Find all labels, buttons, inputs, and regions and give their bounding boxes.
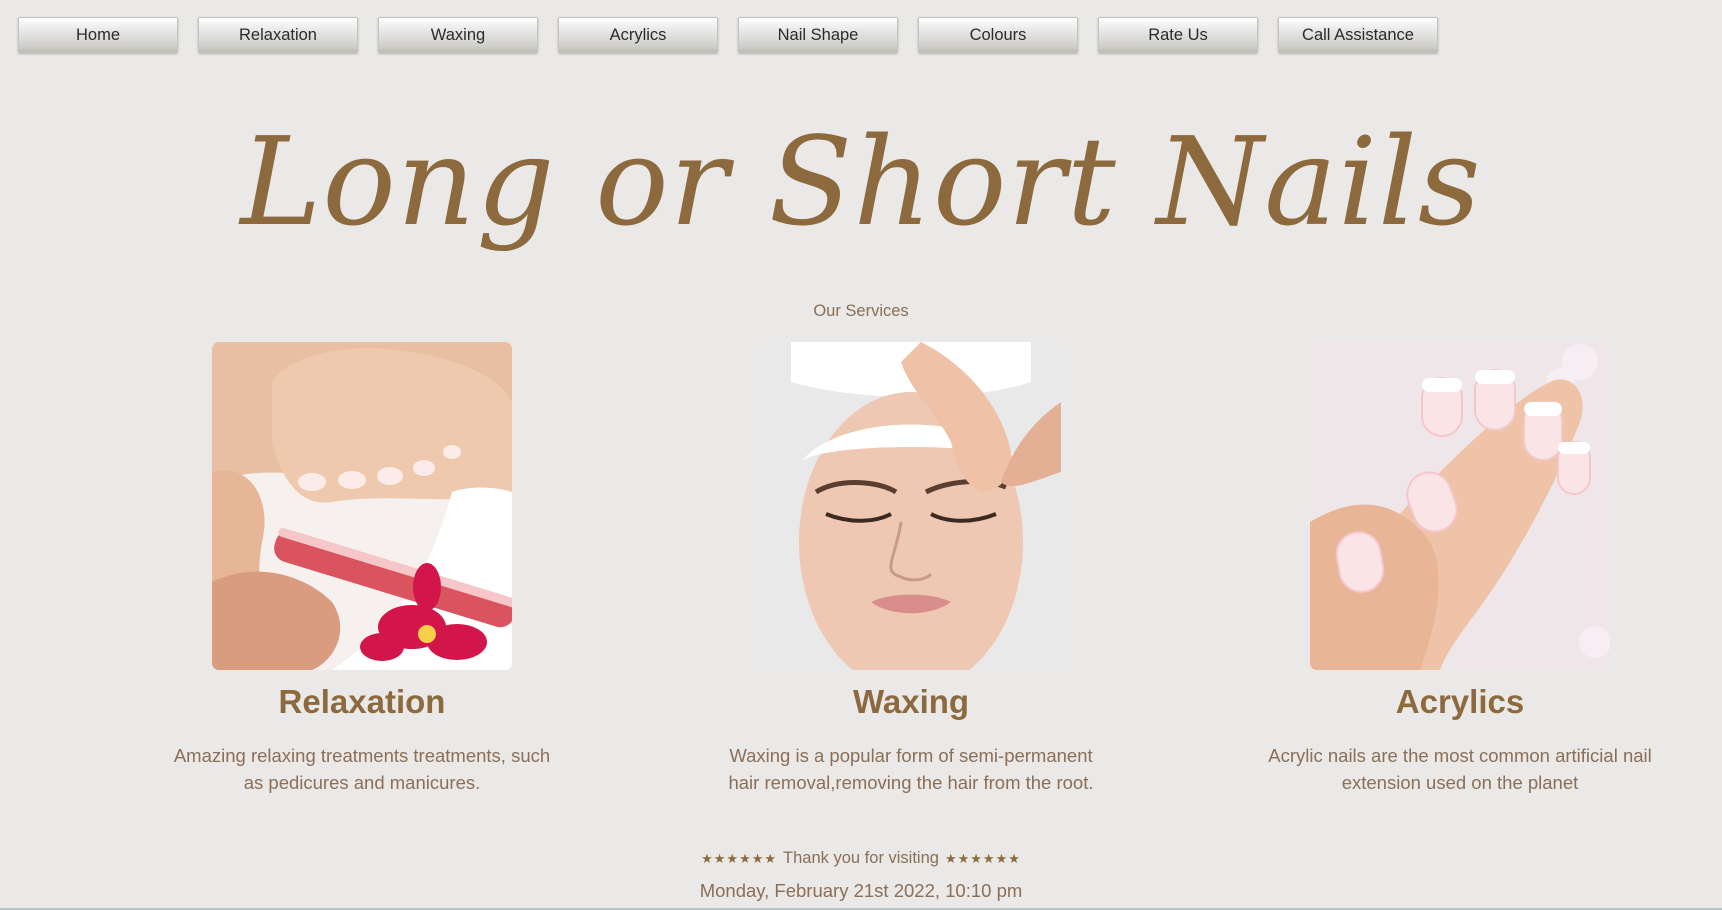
relaxation-image: [212, 342, 512, 670]
nav-colours-button[interactable]: Colours: [918, 17, 1078, 53]
card-title: Relaxation: [278, 683, 446, 720]
nav-home-button[interactable]: Home: [18, 17, 178, 53]
card-description: Acrylic nails are the most common artifi…: [1268, 745, 1652, 793]
card-description: Waxing is a popular form of semi-permane…: [728, 745, 1094, 793]
services-heading: Our Services: [813, 302, 909, 320]
current-date: Monday, February 21st 2022, 10:10 pm: [699, 880, 1023, 901]
star-decoration-left: ★★★★★★: [701, 850, 778, 866]
service-card-waxing: Waxing Waxing is a popular form of semi-…: [701, 342, 1121, 796]
thank-you-message: ★★★★★★ Thank you for visiting ★★★★★★: [0, 849, 1722, 868]
star-decoration-right: ★★★★★★: [944, 850, 1021, 866]
service-card-relaxation: Relaxation Amazing relaxing treatments t…: [152, 342, 572, 796]
card-title: Waxing: [852, 683, 970, 720]
service-card-acrylics: Acrylics Acrylic nails are the most comm…: [1250, 342, 1670, 796]
nav-call-assistance-button[interactable]: Call Assistance: [1278, 17, 1438, 53]
acrylics-image: [1310, 342, 1610, 670]
nav-relaxation-button[interactable]: Relaxation: [198, 17, 358, 53]
page-title: Long or Short Nails: [240, 111, 1482, 253]
card-title: Acrylics: [1395, 683, 1525, 720]
nav-acrylics-button[interactable]: Acrylics: [558, 17, 718, 53]
nav-waxing-button[interactable]: Waxing: [378, 17, 538, 53]
thank-you-text: Thank you for visiting: [783, 849, 939, 867]
card-description: Amazing relaxing treatments treatments, …: [173, 745, 551, 793]
waxing-image: [761, 342, 1061, 670]
main-nav: Home Relaxation Waxing Acrylics Nail Sha…: [18, 17, 1438, 53]
nav-rate-us-button[interactable]: Rate Us: [1098, 17, 1258, 53]
nav-nail-shape-button[interactable]: Nail Shape: [738, 17, 898, 53]
